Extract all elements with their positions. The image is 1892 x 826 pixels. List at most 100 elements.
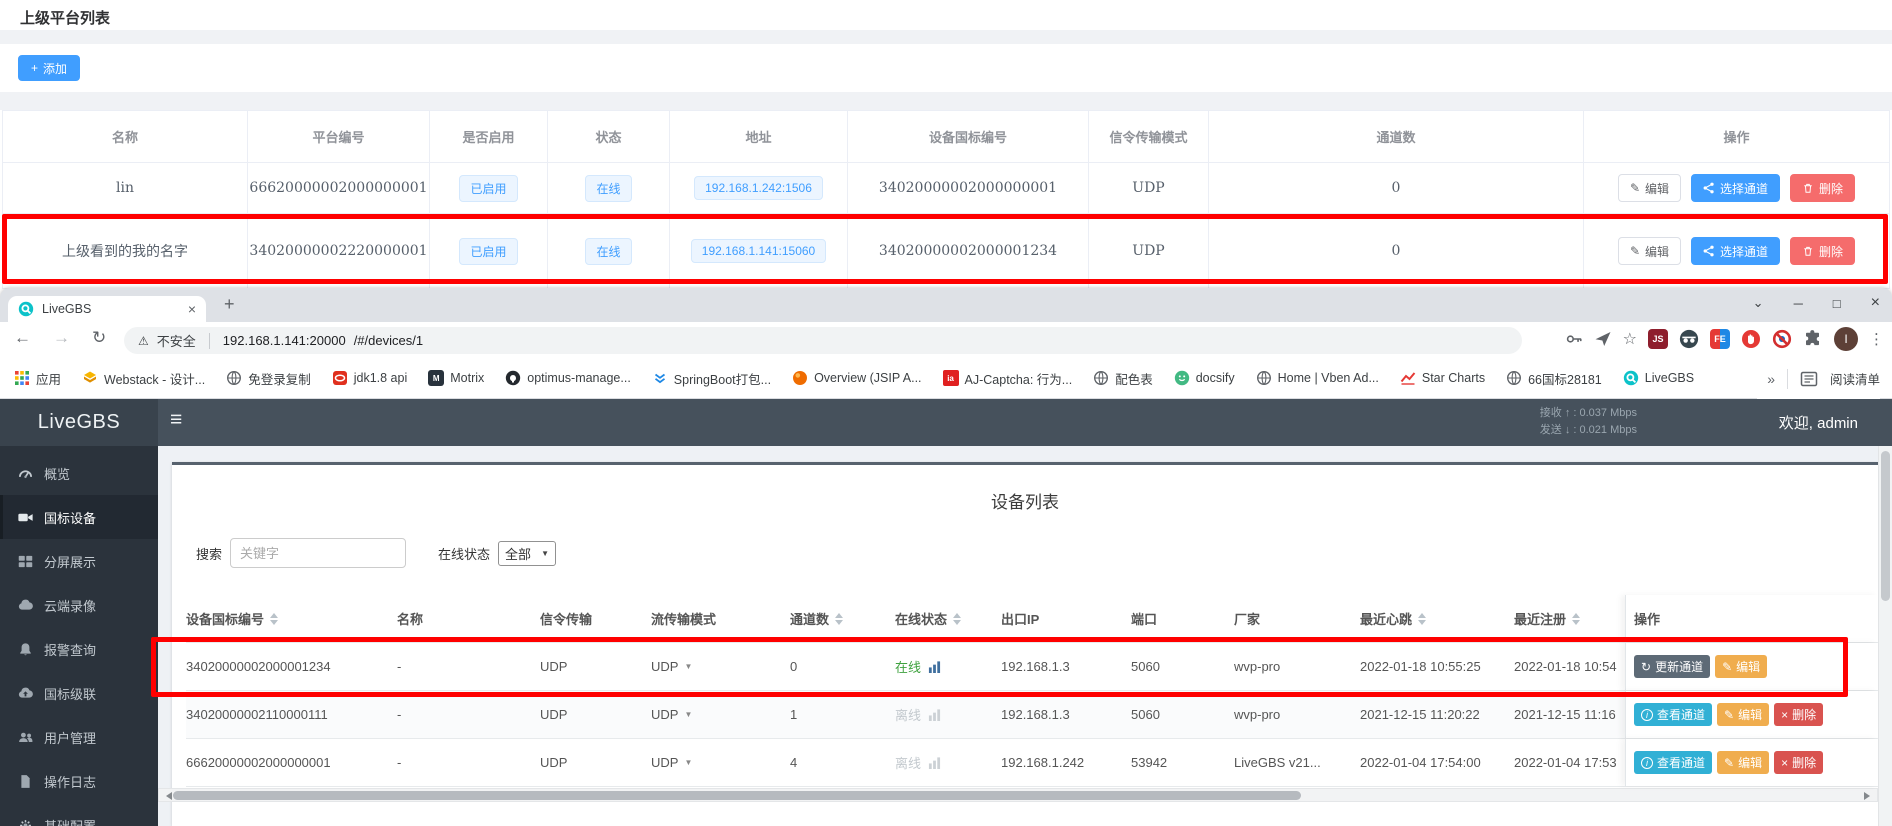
sidebar-toggle-icon[interactable]: ≡	[170, 408, 182, 432]
horizontal-scrollbar[interactable]	[158, 788, 1878, 802]
bookmark-jdk-api[interactable]: jdk1.8 api	[332, 370, 408, 386]
bookmark-docsify[interactable]: docsify	[1174, 370, 1235, 386]
update-channels-button[interactable]: ↻更新通道	[1634, 655, 1710, 678]
reading-list-label[interactable]: 阅读清单	[1830, 369, 1880, 388]
key-icon[interactable]	[1565, 330, 1583, 348]
online-status-select[interactable]: 全部 ▼	[498, 541, 556, 566]
sidebar-item-overview[interactable]: 概览	[0, 451, 158, 495]
cell-heartbeat: 2021-12-15 11:20:22	[1360, 691, 1514, 738]
stream-mode-select[interactable]: UDP▼	[651, 755, 692, 770]
extension-fe-icon[interactable]: FE	[1710, 329, 1730, 349]
bookmark-overview-jsip[interactable]: Overview (JSIP A...	[792, 370, 921, 386]
window-minimize-button[interactable]: ─	[1794, 296, 1803, 311]
bookmark-star-icon[interactable]: ☆	[1623, 329, 1637, 349]
sidebar-item-user-management[interactable]: 用户管理	[0, 715, 158, 759]
address-bar[interactable]: ⚠ 不安全 192.168.1.141:20000/#/devices/1	[124, 327, 1522, 354]
col-header-name: 名称	[397, 595, 540, 642]
window-close-button[interactable]: ×	[1871, 294, 1880, 312]
sidebar-item-basic-config[interactable]: 基础配置	[0, 803, 158, 826]
delete-button[interactable]: 删除	[1790, 237, 1855, 265]
bookmark-optimus-manage[interactable]: optimus-manage...	[505, 370, 631, 386]
extensions-puzzle-icon[interactable]	[1803, 329, 1823, 349]
sidebar-item-cloud-recording[interactable]: 云端录像	[0, 583, 158, 627]
window-maximize-button[interactable]: □	[1833, 296, 1841, 311]
edit-device-button[interactable]: ✎编辑	[1717, 751, 1769, 774]
sort-icon[interactable]	[1418, 609, 1426, 629]
sort-icon[interactable]	[953, 609, 961, 629]
cell-name: lin	[3, 163, 248, 213]
scroll-right-arrow[interactable]	[1864, 792, 1874, 800]
search-input[interactable]	[230, 538, 406, 568]
tab-close-icon[interactable]: ×	[188, 302, 196, 316]
sidebar-item-split-screen[interactable]: 分屏展示	[0, 539, 158, 583]
bookmark-motrix[interactable]: M Motrix	[428, 370, 484, 386]
info-icon: i	[1641, 709, 1653, 721]
select-channel-button[interactable]: 选择通道	[1691, 174, 1780, 202]
browser-tab-livegbs[interactable]: LiveGBS ×	[8, 296, 206, 322]
vertical-scroll-thumb[interactable]	[1881, 451, 1890, 601]
sidebar-item-gb-devices[interactable]: 国标设备	[0, 495, 158, 539]
pencil-icon: ✎	[1724, 708, 1734, 722]
trash-icon	[1802, 182, 1814, 194]
cell-actions: ✎编辑 选择通道 删除	[1584, 214, 1889, 288]
col-header-registered: 最近注册	[1514, 595, 1625, 642]
sort-icon[interactable]	[1572, 609, 1580, 629]
edit-button[interactable]: ✎编辑	[1618, 174, 1681, 202]
profile-avatar[interactable]: I	[1834, 327, 1858, 351]
view-channels-button[interactable]: i查看通道	[1634, 703, 1712, 726]
bookmark-copy-free[interactable]: 免登录复制	[226, 369, 311, 388]
edit-device-button[interactable]: ✎编辑	[1717, 703, 1769, 726]
col-header-name: 名称	[3, 111, 248, 162]
scroll-left-arrow[interactable]	[162, 792, 172, 800]
view-channels-button[interactable]: i查看通道	[1634, 751, 1712, 774]
extension-block-icon[interactable]	[1772, 329, 1792, 349]
browser-menu-icon[interactable]: ⋮	[1869, 330, 1884, 348]
add-platform-button[interactable]: + 添加	[18, 55, 80, 81]
bookmark-star-charts[interactable]: Star Charts	[1400, 370, 1485, 386]
extension-js-icon[interactable]: JS	[1648, 329, 1668, 349]
bookmarks-overflow-chevrons[interactable]: »	[1767, 371, 1775, 387]
vertical-scrollbar[interactable]	[1878, 446, 1892, 826]
delete-button[interactable]: 删除	[1790, 174, 1855, 202]
bookmark-webstack[interactable]: Webstack - 设计...	[82, 369, 205, 388]
stream-chart-icon[interactable]	[928, 660, 941, 673]
stream-mode-select[interactable]: UDP▼	[651, 659, 692, 674]
sort-icon[interactable]	[270, 609, 278, 629]
cell-port: 53942	[1131, 739, 1234, 786]
new-tab-button[interactable]: +	[224, 294, 235, 315]
security-label[interactable]: 不安全	[157, 331, 196, 350]
bookmark-apps[interactable]: 应用	[14, 369, 61, 388]
bookmark-springboot[interactable]: SpringBoot打包...	[652, 369, 771, 388]
reload-button[interactable]: ↻	[92, 328, 106, 348]
extension-spy-icon[interactable]	[1679, 329, 1699, 349]
users-icon	[18, 730, 33, 745]
sort-icon[interactable]	[835, 609, 843, 629]
reading-list-icon[interactable]	[1800, 370, 1818, 388]
user-menu[interactable]: 欢迎, admin	[1779, 412, 1858, 433]
back-button[interactable]: ←	[14, 328, 31, 348]
horizontal-scroll-thumb[interactable]	[173, 791, 1301, 800]
send-icon[interactable]	[1594, 330, 1612, 348]
security-warning-icon: ⚠	[138, 334, 149, 348]
sidebar-item-gb-cascade[interactable]: 国标级联	[0, 671, 158, 715]
edit-button[interactable]: ✎编辑	[1618, 237, 1681, 265]
edit-device-button[interactable]: ✎编辑	[1715, 655, 1767, 678]
extension-adblock-hand-icon[interactable]	[1741, 329, 1761, 349]
enabled-badge: 已启用	[459, 175, 517, 202]
bookmark-vben-admin[interactable]: Home | Vben Ad...	[1256, 370, 1379, 386]
sidebar-item-alarm-query[interactable]: 报警查询	[0, 627, 158, 671]
forward-button[interactable]: →	[53, 328, 70, 348]
file-icon	[18, 774, 33, 789]
bookmark-gb28181[interactable]: 66国标28181	[1506, 369, 1602, 388]
window-chevron-icon[interactable]: ⌄	[1753, 295, 1764, 311]
browser-window: LiveGBS × + ⌄ ─ □ × ← → ↻ ⌂ ⚠ 不安全 19	[0, 288, 1892, 826]
stream-mode-select[interactable]: UDP▼	[651, 707, 692, 722]
select-channel-button[interactable]: 选择通道	[1691, 237, 1780, 265]
bookmark-color-table[interactable]: 配色表	[1093, 369, 1153, 388]
bookmark-livegbs[interactable]: LiveGBS	[1623, 370, 1694, 386]
bookmark-aj-captcha[interactable]: ia AJ-Captcha: 行为...	[943, 369, 1073, 388]
delete-device-button[interactable]: ×删除	[1774, 751, 1823, 774]
delete-device-button[interactable]: ×删除	[1774, 703, 1823, 726]
status-badge: 在线	[585, 238, 631, 265]
sidebar-item-operation-log[interactable]: 操作日志	[0, 759, 158, 803]
